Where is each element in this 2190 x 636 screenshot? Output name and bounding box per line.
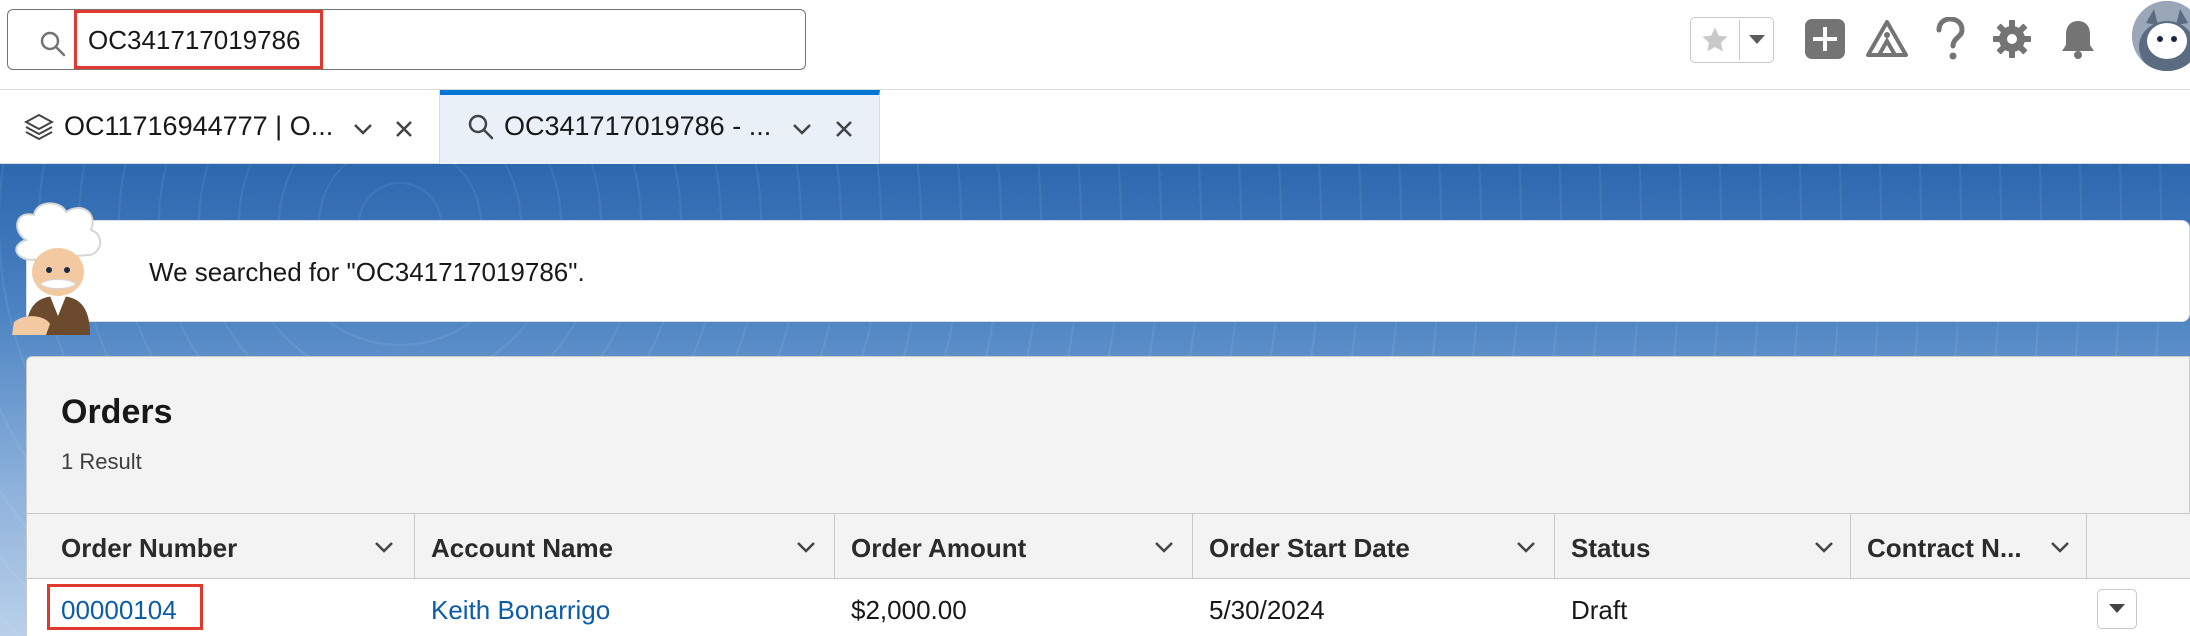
gear-icon [1993, 20, 2031, 58]
search-input[interactable] [88, 22, 788, 58]
column-header-order-start-date[interactable]: Order Start Date [1193, 514, 1555, 580]
chevron-down-icon [2109, 604, 2125, 613]
setup-button[interactable] [1987, 14, 2037, 64]
einstein-mascot-icon [12, 202, 102, 335]
global-actions-button[interactable] [1800, 14, 1850, 64]
help-icon [1936, 17, 1965, 60]
search-notice: We searched for "OC341717019786". [26, 220, 2190, 322]
tab-search-results[interactable]: OC341717019786 - ... [440, 90, 880, 164]
avatar-icon [2132, 1, 2190, 71]
row-actions-button[interactable] [2097, 589, 2137, 629]
results-count: 1 Result [61, 449, 142, 474]
help-button[interactable] [1925, 14, 1975, 64]
chevron-down-icon[interactable] [788, 115, 816, 143]
order-amount-cell: $2,000.00 [851, 595, 967, 625]
status-cell: Draft [1571, 595, 1628, 625]
notifications-button[interactable] [2053, 14, 2103, 64]
chevron-down-icon[interactable] [793, 534, 819, 560]
close-icon[interactable] [830, 115, 858, 143]
favorites-list-button[interactable] [1739, 20, 1773, 60]
stack-icon [24, 113, 54, 141]
plus-icon [1805, 19, 1845, 59]
search-icon [40, 31, 66, 57]
avatar[interactable] [2132, 1, 2190, 71]
favorites-button[interactable] [1691, 18, 1739, 62]
tab-order-record[interactable]: OC11716944777 | O... [0, 90, 440, 164]
orders-results-card: Orders 1 Result Order Number Account Nam… [26, 356, 2190, 636]
search-notice-text: We searched for "OC341717019786". [149, 257, 585, 287]
table-row: 00000104 Keith Bonarrigo $2,000.00 5/30/… [27, 579, 2190, 636]
order-start-date-cell: 5/30/2024 [1209, 595, 1325, 625]
table-header: Order Number Account Name Order Amount O… [27, 513, 2190, 580]
global-search-box[interactable] [7, 9, 806, 70]
account-name-link[interactable]: Keith Bonarrigo [431, 595, 610, 626]
chevron-down-icon[interactable] [371, 534, 397, 560]
column-header-status[interactable]: Status [1555, 514, 1851, 580]
favorites-group [1690, 17, 1774, 63]
star-icon [1702, 27, 1728, 52]
search-icon [468, 114, 494, 140]
chevron-down-icon[interactable] [349, 115, 377, 143]
close-icon[interactable] [390, 115, 418, 143]
order-number-link[interactable]: 00000104 [61, 595, 177, 626]
chevron-down-icon[interactable] [1513, 534, 1539, 560]
column-header-order-amount[interactable]: Order Amount [835, 514, 1193, 580]
results-title[interactable]: Orders [61, 393, 173, 432]
column-header-account-name[interactable]: Account Name [415, 514, 835, 580]
results-table: Order Number Account Name Order Amount O… [27, 513, 2190, 636]
column-header-contract-number[interactable]: Contract N... [1851, 514, 2087, 580]
workspace-tab-bar: OC11716944777 | O... OC341717019786 - ..… [0, 90, 2190, 164]
trailhead-button[interactable] [1862, 14, 1912, 64]
chevron-down-icon[interactable] [1151, 534, 1177, 560]
trailhead-icon [1866, 20, 1908, 57]
tab-label: OC11716944777 | O... [64, 111, 334, 141]
chevron-down-icon[interactable] [2047, 534, 2073, 560]
chevron-down-icon [1748, 35, 1765, 44]
column-header-order-number[interactable]: Order Number [27, 514, 415, 580]
tab-label: OC341717019786 - ... [504, 111, 772, 141]
bell-icon [2062, 21, 2094, 59]
chevron-down-icon[interactable] [1811, 534, 1837, 560]
global-header [0, 0, 2190, 90]
